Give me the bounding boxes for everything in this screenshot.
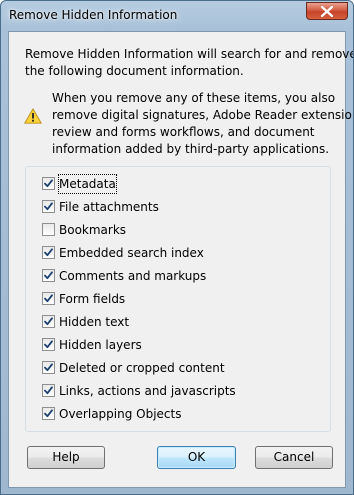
check-icon: [44, 294, 53, 303]
dialog-content: Remove Hidden Information will search fo…: [8, 31, 354, 488]
overlapping-objects-checkbox[interactable]: [42, 407, 55, 420]
check-icon: [44, 248, 53, 257]
option-label: Embedded search index: [59, 246, 204, 260]
ok-button[interactable]: OK: [157, 446, 236, 469]
intro-text: Remove Hidden Information will search fo…: [25, 46, 354, 80]
option-label: Form fields: [59, 292, 126, 306]
deleted-or-cropped-content-checkbox[interactable]: [42, 361, 55, 374]
warning-text: When you remove any of these items, you …: [52, 90, 354, 158]
option-label: Overlapping Objects: [59, 407, 182, 421]
option-label: Comments and markups: [59, 269, 207, 283]
metadata-checkbox[interactable]: [42, 177, 55, 190]
links-actions-javascripts-checkbox[interactable]: [42, 384, 55, 397]
check-icon: [44, 271, 53, 280]
title-bar[interactable]: Remove Hidden Information: [1, 1, 353, 31]
close-button[interactable]: [306, 2, 348, 20]
hidden-text-checkbox[interactable]: [42, 315, 55, 328]
close-icon: [321, 6, 333, 17]
option-label: Hidden layers: [59, 338, 142, 352]
window-title: Remove Hidden Information: [9, 8, 178, 22]
check-icon: [44, 363, 53, 372]
comments-and-markups-checkbox[interactable]: [42, 269, 55, 282]
dialog-window: Remove Hidden Information Remove Hidden …: [0, 0, 354, 495]
check-icon: [44, 409, 53, 418]
warning-line: When you remove any of these items, you …: [52, 91, 336, 105]
options-group: Metadata File attachments Bookmarks Embe…: [25, 166, 331, 432]
warning-line: review and forms workflows, and document: [52, 125, 315, 139]
option-label: Deleted or cropped content: [59, 361, 225, 375]
cancel-button[interactable]: Cancel: [255, 446, 333, 469]
check-icon: [44, 179, 53, 188]
intro-line: the following document information.: [25, 64, 244, 78]
option-label: Metadata: [58, 174, 117, 194]
intro-line: Remove Hidden Information will search fo…: [25, 47, 354, 61]
warning-line: remove digital signatures, Adobe Reader …: [52, 108, 354, 122]
form-fields-checkbox[interactable]: [42, 292, 55, 305]
option-label: Bookmarks: [59, 223, 127, 237]
hidden-layers-checkbox[interactable]: [42, 338, 55, 351]
warning-icon: [24, 108, 42, 124]
embedded-search-index-checkbox[interactable]: [42, 246, 55, 259]
check-icon: [44, 202, 53, 211]
file-attachments-checkbox[interactable]: [42, 200, 55, 213]
option-label: Links, actions and javascripts: [59, 384, 236, 398]
option-label: Hidden text: [59, 315, 130, 329]
check-icon: [44, 340, 53, 349]
bookmarks-checkbox[interactable]: [42, 223, 55, 236]
warning-line: information added by third-party applica…: [52, 142, 330, 156]
option-label: File attachments: [59, 200, 159, 214]
check-icon: [44, 317, 53, 326]
help-button[interactable]: Help: [27, 446, 105, 469]
check-icon: [44, 386, 53, 395]
